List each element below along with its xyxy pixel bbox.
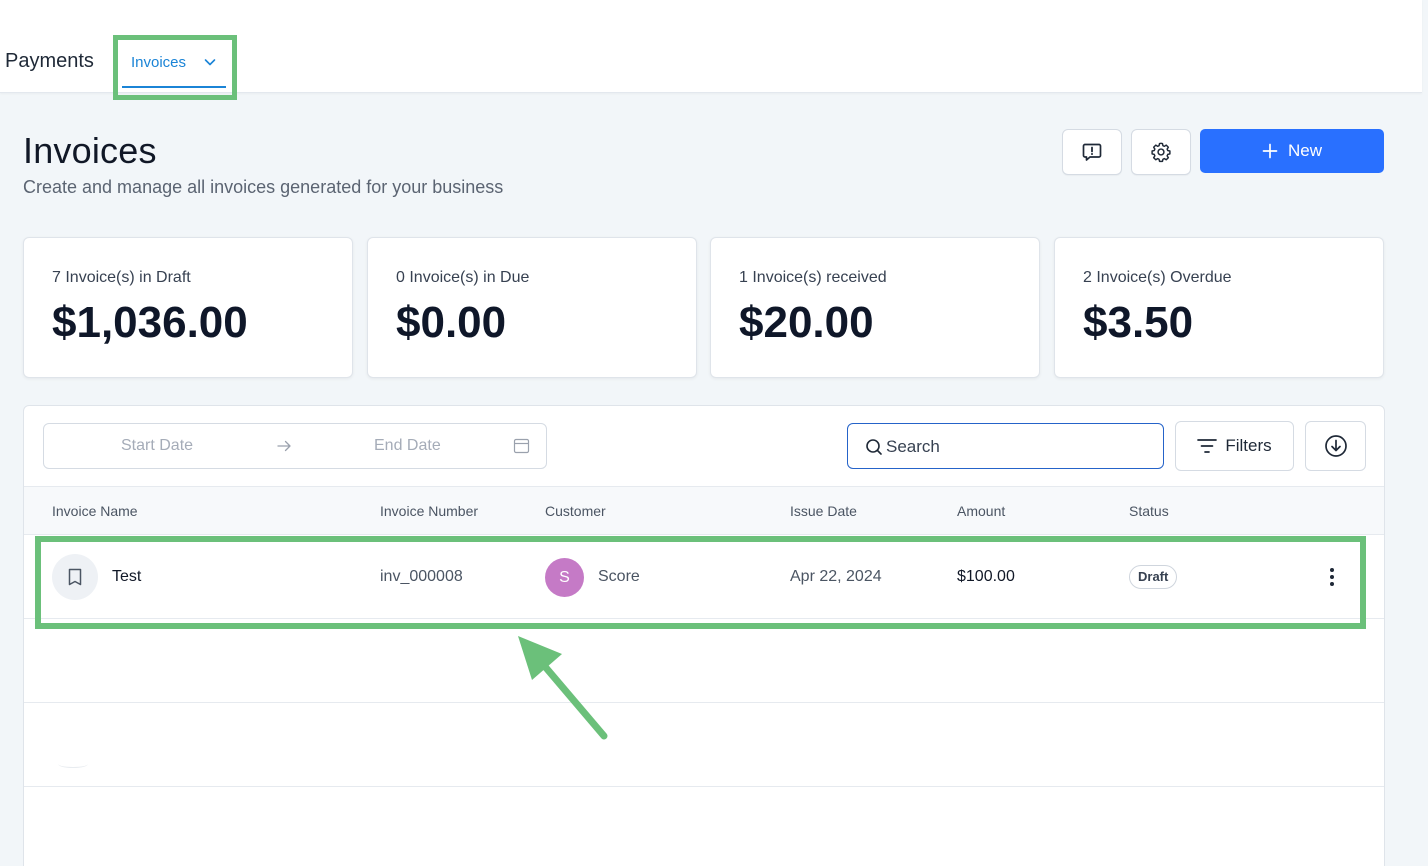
tab-active-underline: [122, 86, 226, 88]
stat-label: 7 Invoice(s) in Draft: [52, 269, 191, 286]
stat-label: 1 Invoice(s) received: [739, 269, 887, 286]
stat-value: $20.00: [739, 298, 874, 347]
status-badge: Draft: [1129, 565, 1178, 589]
feedback-icon: [1082, 143, 1102, 161]
column-header-issue-date[interactable]: Issue Date: [790, 503, 857, 519]
customer-avatar: S: [545, 558, 584, 597]
column-header-invoice-name[interactable]: Invoice Name: [52, 503, 138, 519]
filters-label: Filters: [1225, 436, 1272, 455]
receipt-icon: [68, 568, 82, 586]
gear-icon: [1151, 142, 1171, 163]
nav-title: Payments: [5, 50, 94, 72]
column-header-invoice-number[interactable]: Invoice Number: [380, 503, 478, 519]
loading-placeholder: [58, 760, 88, 768]
stat-value: $0.00: [396, 298, 507, 347]
invoice-amount: $100.00: [957, 568, 1015, 585]
column-header-customer[interactable]: Customer: [545, 503, 606, 519]
invoices-table-panel: Start Date End Date Filters Invoice Name…: [23, 405, 1385, 866]
download-icon: [1324, 435, 1347, 457]
top-nav-bar: Payments Invoices: [0, 0, 1422, 93]
search-field[interactable]: [847, 423, 1164, 469]
column-header-amount[interactable]: Amount: [957, 503, 1005, 519]
invoice-name: Test: [112, 568, 142, 585]
stat-card-draft: 7 Invoice(s) in Draft $1,036.00: [23, 237, 353, 378]
calendar-icon: [513, 438, 530, 454]
stat-value: $3.50: [1083, 298, 1194, 347]
new-button-label: New: [1287, 141, 1322, 160]
row-actions-menu[interactable]: [1324, 565, 1340, 589]
stat-card-overdue: 2 Invoice(s) Overdue $3.50: [1054, 237, 1384, 378]
page-title: Invoices: [23, 130, 157, 171]
start-date-input[interactable]: Start Date: [121, 437, 193, 455]
plus-icon: [1262, 143, 1278, 159]
feedback-button[interactable]: [1062, 129, 1122, 175]
chevron-down-icon: [204, 59, 216, 66]
table-row-empty: [24, 703, 1384, 787]
table-header: Invoice Name Invoice Number Customer Iss…: [24, 486, 1384, 535]
search-icon: [866, 439, 882, 455]
filters-button[interactable]: Filters: [1175, 421, 1294, 471]
invoice-number: inv_000008: [380, 568, 463, 585]
stat-label: 2 Invoice(s) Overdue: [1083, 269, 1232, 286]
download-button[interactable]: [1305, 421, 1366, 471]
tab-invoices[interactable]: Invoices: [122, 46, 228, 88]
customer-name: Score: [598, 568, 640, 585]
stat-value: $1,036.00: [52, 298, 248, 347]
stat-card-due: 0 Invoice(s) in Due $0.00: [367, 237, 697, 378]
end-date-input[interactable]: End Date: [374, 437, 441, 455]
tab-invoices-label: Invoices: [131, 54, 187, 71]
more-vertical-icon: [1330, 568, 1334, 586]
stat-label: 0 Invoice(s) in Due: [396, 269, 530, 286]
invoice-doc-icon-wrap: [52, 554, 98, 600]
filter-icon: [1197, 439, 1218, 453]
column-header-status[interactable]: Status: [1129, 503, 1169, 519]
settings-button[interactable]: [1131, 129, 1191, 175]
table-row[interactable]: Test inv_000008 S Score Apr 22, 2024 $10…: [24, 535, 1384, 619]
table-row-empty: [24, 619, 1384, 703]
date-range-picker[interactable]: Start Date End Date: [43, 423, 547, 469]
page-subtitle: Create and manage all invoices generated…: [23, 177, 504, 197]
stat-card-received: 1 Invoice(s) received $20.00: [710, 237, 1040, 378]
arrow-right-icon: [277, 440, 291, 452]
search-input[interactable]: [886, 434, 1146, 460]
new-invoice-button[interactable]: New: [1200, 129, 1384, 173]
issue-date: Apr 22, 2024: [790, 568, 882, 585]
